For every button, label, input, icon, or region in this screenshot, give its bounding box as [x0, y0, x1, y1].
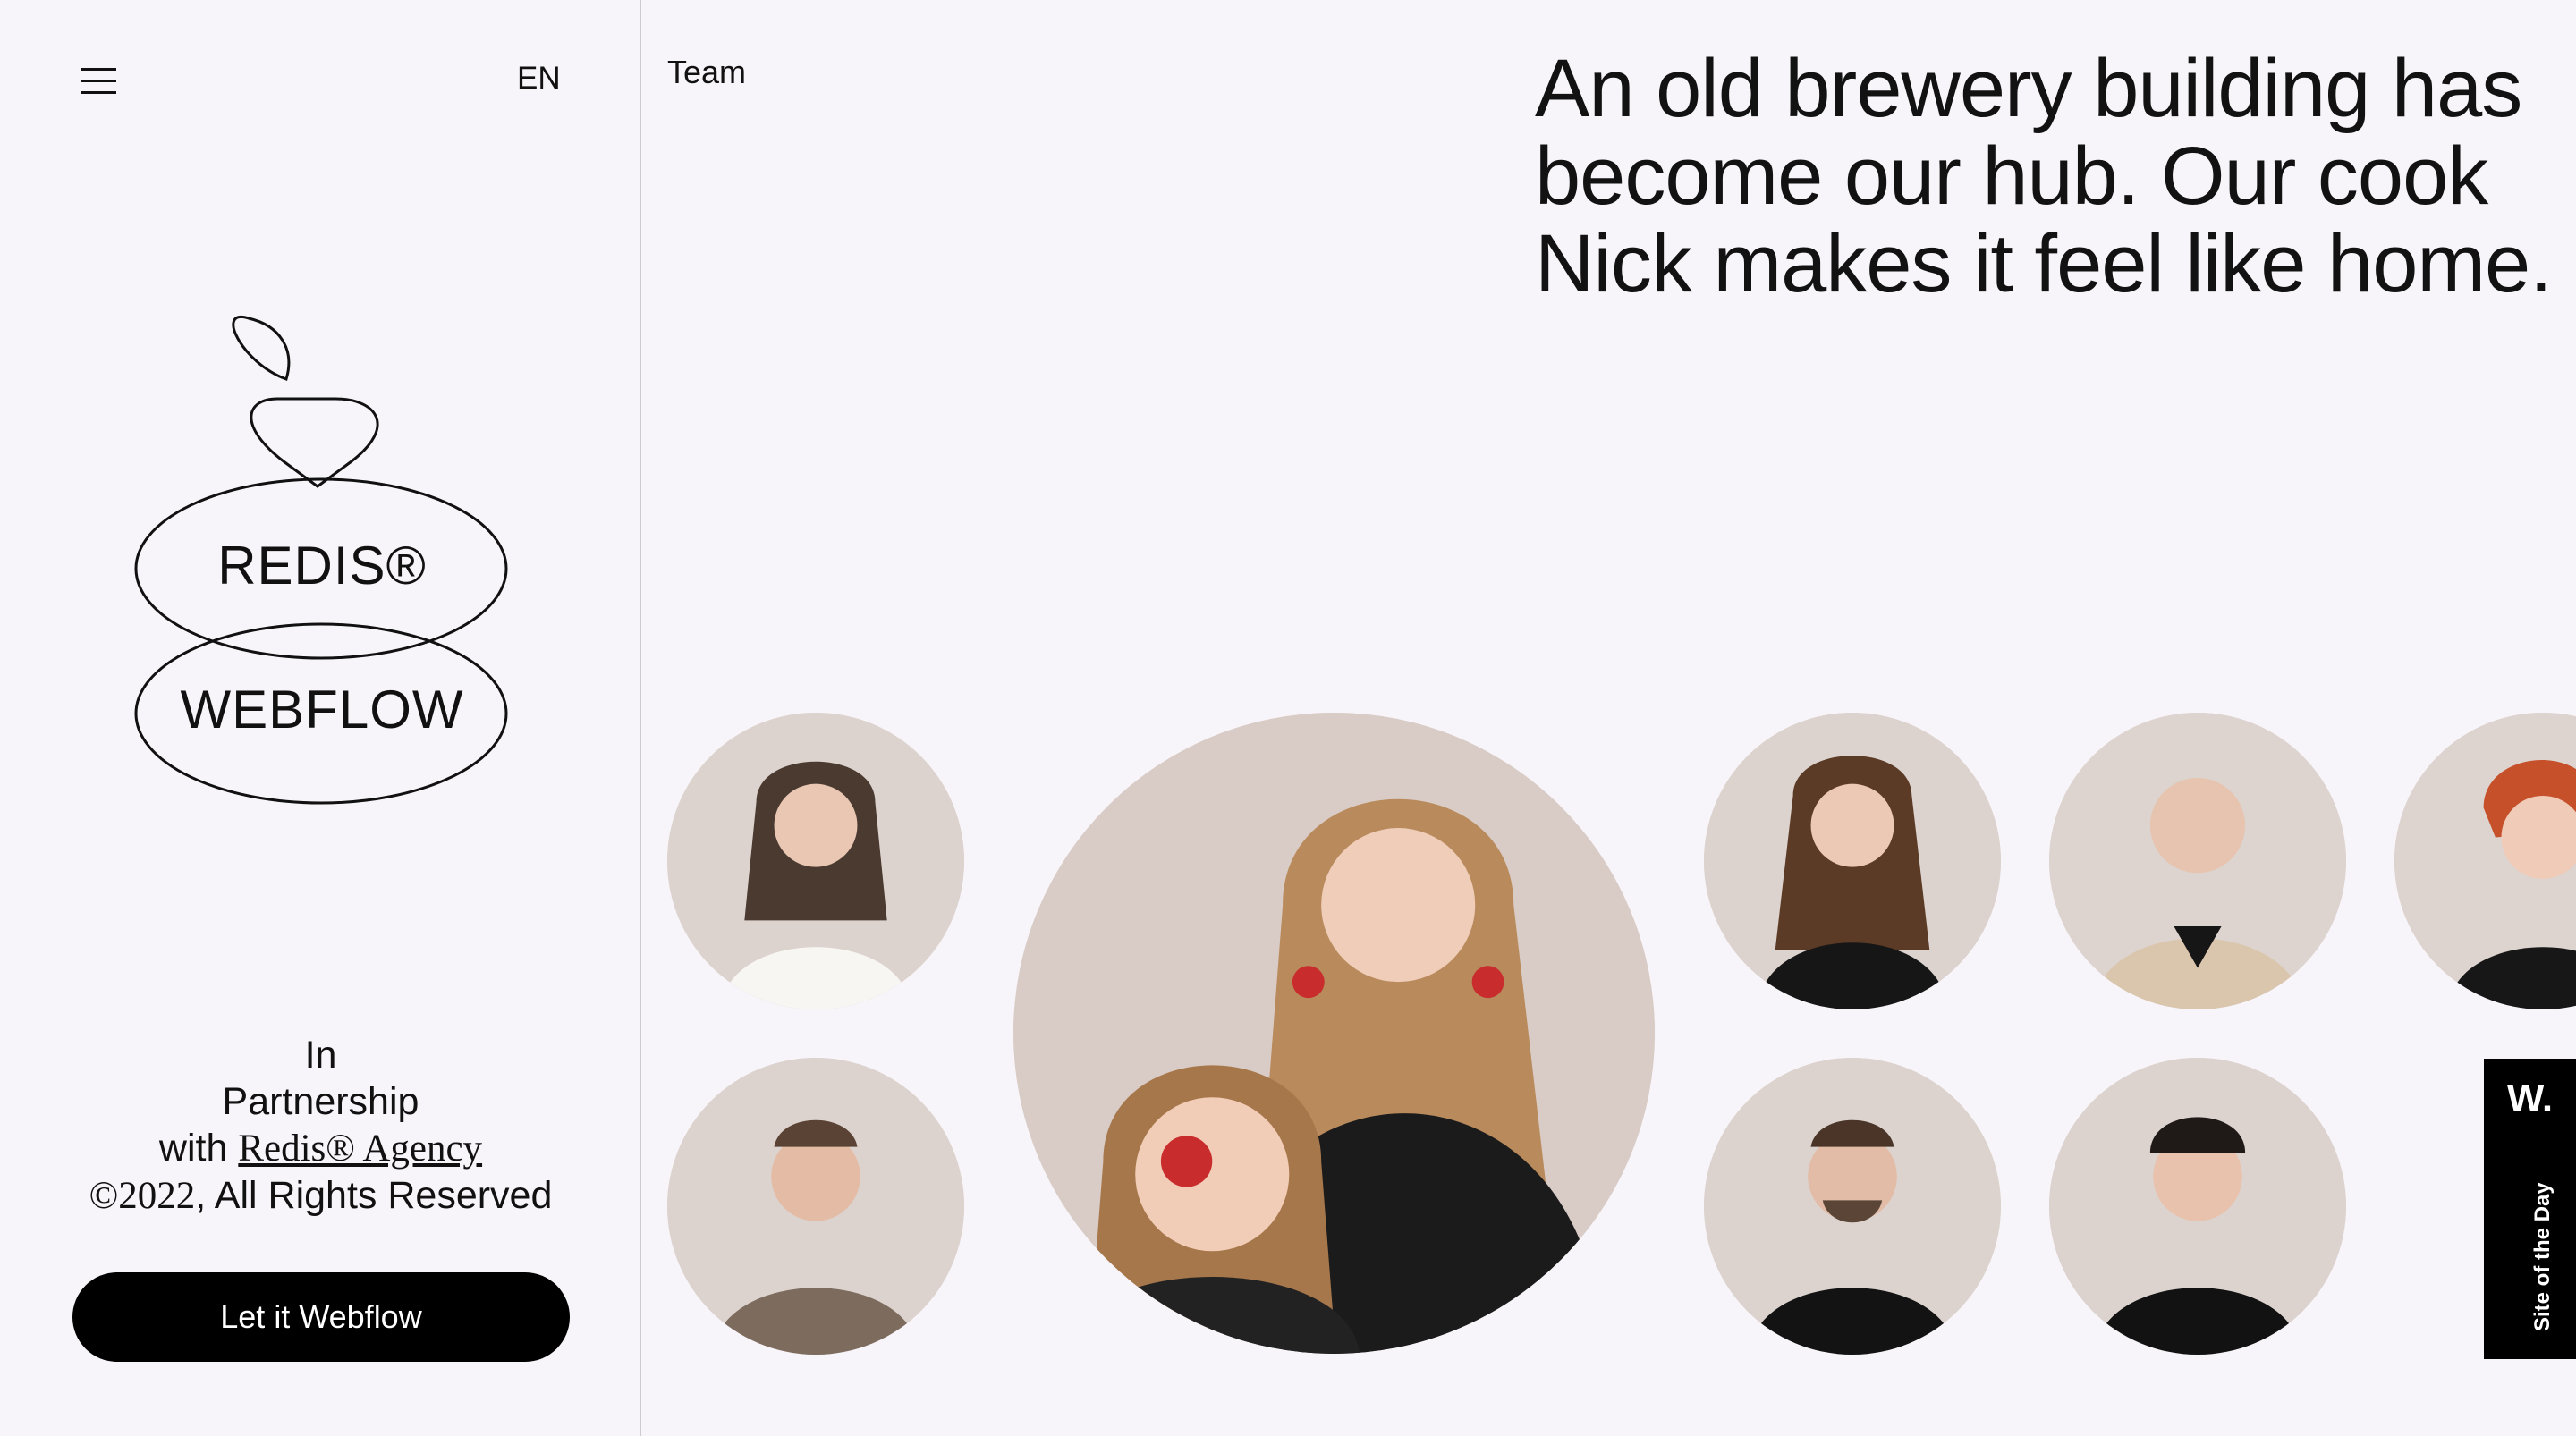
team-photo[interactable] [2049, 713, 2346, 1009]
site-of-the-day-label: Site of the Day [2530, 1182, 2555, 1331]
copyright-text: , All Rights Reserved [195, 1174, 553, 1217]
credit-with: with [158, 1127, 228, 1170]
site-of-the-day-badge[interactable]: W. Site of the Day [2484, 1059, 2576, 1359]
credit-line-1: In [304, 1034, 337, 1077]
hamburger-menu-icon[interactable] [80, 68, 116, 95]
logo-redis-text: REDIS® [217, 536, 427, 596]
sidebar: EN REDIS® WEBFLOW In Partnership with Re… [0, 0, 641, 1436]
team-photo[interactable] [1704, 713, 2001, 1009]
webflow-w-logo: W. [2506, 1077, 2554, 1120]
language-switch[interactable]: EN [517, 61, 561, 97]
team-photo[interactable] [2049, 1058, 2346, 1355]
team-photo[interactable] [2394, 713, 2576, 1009]
credit-line-3: with Redis® Agency [0, 1125, 641, 1172]
headline: An old brewery building has become our h… [1535, 43, 2553, 309]
section-label: Team [667, 54, 747, 90]
team-photo[interactable] [1704, 1058, 2001, 1355]
credit-line-2: Partnership [222, 1080, 419, 1123]
copyright-line: ©2022, All Rights Reserved [0, 1172, 641, 1220]
logo-webflow-text: WEBFLOW [180, 680, 464, 739]
team-photo-featured[interactable] [1013, 713, 1655, 1354]
partnership-credit: In Partnership with Redis® Agency ©2022,… [0, 1032, 641, 1220]
team-photo[interactable] [667, 1058, 964, 1355]
copyright-year: ©2022 [89, 1175, 196, 1217]
let-it-webflow-button[interactable]: Let it Webflow [72, 1272, 570, 1362]
team-photo[interactable] [667, 713, 964, 1009]
agency-link[interactable]: Redis® Agency [238, 1128, 482, 1170]
brand-logo[interactable]: REDIS® WEBFLOW [130, 300, 514, 810]
